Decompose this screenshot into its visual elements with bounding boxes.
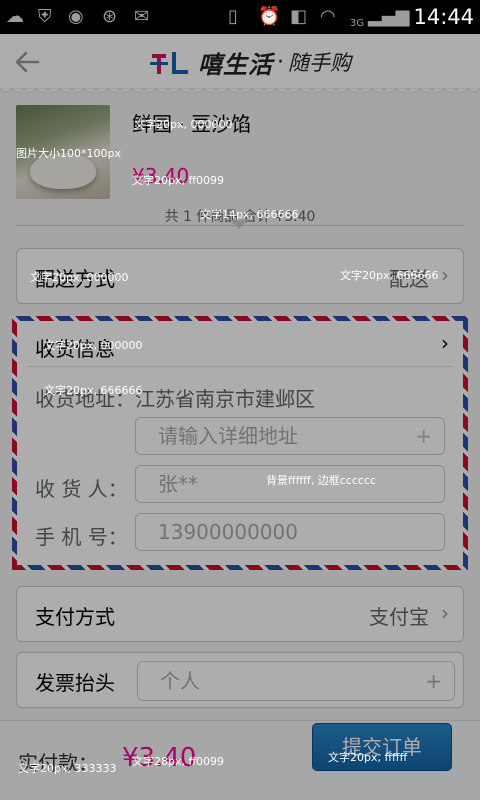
mail-icon: ✉ <box>134 6 150 27</box>
address-detail-input[interactable]: 请输入详细地址 + <box>135 417 445 455</box>
chevron-right-icon: › <box>441 263 449 287</box>
payment-method-row[interactable]: 支付方式 支付宝 › <box>16 586 464 642</box>
annotation-footer-label: 文字20px, 333333 <box>18 762 117 775</box>
battery-icon: ▮ <box>400 6 410 27</box>
chat-app-icon: ◉ <box>68 6 84 27</box>
payment-label: 支付方式 <box>35 605 115 629</box>
address-area-value[interactable]: 江苏省南京市建邺区 <box>135 383 315 412</box>
invoice-label: 发票抬头 <box>35 671 115 695</box>
annotation-address-title: 文字20px, 000000 <box>44 339 143 352</box>
logo-mark-icon <box>150 52 188 74</box>
address-detail-placeholder: 请输入详细地址 <box>158 424 298 448</box>
back-arrow-icon[interactable] <box>12 46 44 78</box>
logo-subtitle: 随手购 <box>288 51 351 75</box>
phone-input[interactable]: 13900000000 <box>135 513 445 551</box>
vibrate-icon: ▯ <box>228 6 238 27</box>
invoice-row: 发票抬头 个人 + <box>16 652 464 708</box>
receiver-value: 张** <box>158 472 198 496</box>
invoice-input[interactable]: 个人 + <box>137 661 455 701</box>
annotation-total: 文字14px, 666666 <box>200 208 299 221</box>
receiver-label: 收 货 人： <box>35 477 128 501</box>
nfc-icon: ◧ <box>290 6 308 27</box>
annotation-delivery-value: 文字20px, 666666 <box>340 269 439 282</box>
annotation-delivery-label: 文字20px, 000000 <box>30 271 129 284</box>
network-type-label: 3G <box>350 18 365 29</box>
status-bar: ☁ ⛨ ◉ ⊛ ✉ ▯ ⏰ ◧ ◠ 3G ▂▄▆ ▮ 14:44 <box>0 0 480 34</box>
annotation-address-label: 文字20px, 666666 <box>44 384 143 397</box>
logo-separator: · <box>277 49 284 75</box>
app-logo: 嘻生活 · 随手购 <box>150 44 351 80</box>
app-header: 嘻生活 · 随手购 <box>0 34 480 93</box>
annotation-price: 文字20px, ff0099 <box>132 174 225 187</box>
phone-label: 手 机 号： <box>35 525 128 549</box>
phone-value: 13900000000 <box>158 520 298 544</box>
address-section: 收货信息 › 收货地址： 江苏省南京市建邺区 请输入详细地址 + 收 货 人： … <box>12 316 468 570</box>
annotation-submit: 文字20px, ffffff <box>328 751 408 764</box>
payment-value: 支付宝 <box>369 605 429 629</box>
invoice-placeholder: 个人 <box>160 669 200 693</box>
chevron-right-icon: › <box>441 331 449 355</box>
annotation-input-style: 背景ffffff, 边框cccccc <box>266 474 377 487</box>
logo-text: 嘻生活 <box>198 50 273 79</box>
plus-icon: + <box>425 669 442 693</box>
wifi-icon: ◠ <box>320 6 336 27</box>
clock-time: 14:44 <box>413 5 474 29</box>
shield-app-icon: ⛨ <box>38 6 52 27</box>
annotation-name: 文字20px, 000000 <box>134 118 233 131</box>
chevron-right-icon: › <box>441 601 449 625</box>
annotation-footer-value: 文字28px, ff0099 <box>132 755 225 768</box>
annotation-image: 图片大小100*100px <box>16 147 121 160</box>
browser-app-icon: ⊛ <box>102 6 118 27</box>
plus-icon: + <box>415 424 432 448</box>
header-zigzag-edge <box>0 88 480 93</box>
cloud-icon: ☁ <box>6 6 24 27</box>
alarm-icon: ⏰ <box>258 6 281 27</box>
